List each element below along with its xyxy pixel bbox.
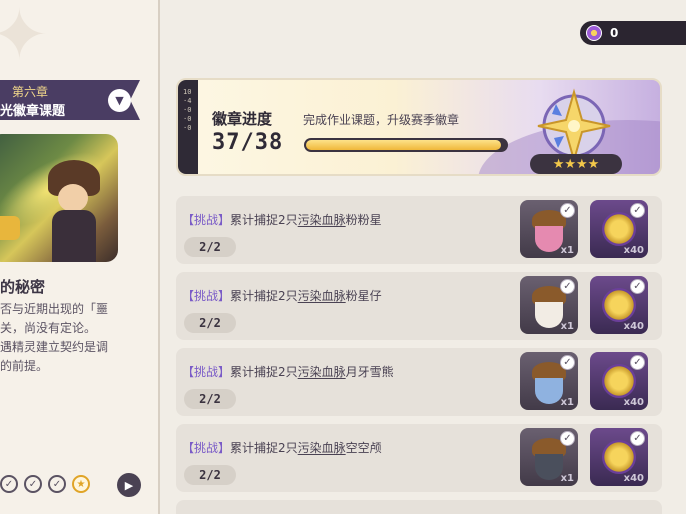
task-progress: 2/2 [184, 237, 236, 257]
reward-quantity: x40 [623, 397, 644, 408]
reward-quantity: x40 [623, 473, 644, 484]
star-icon: ★ [72, 475, 90, 493]
badge-progress-bar [304, 138, 508, 152]
check-icon: ✓ [560, 203, 575, 218]
currency-coin-icon [586, 25, 602, 41]
task-target: 污染血脉 [297, 441, 346, 455]
task-description: 【挑战】累计捕捉2只污染血脉粉星仔 [182, 287, 382, 304]
illustration-face [58, 184, 88, 212]
task-text-prefix: 累计捕捉2只 [230, 365, 298, 379]
reward-quantity: x40 [623, 321, 644, 332]
task-text-suffix: 月牙雪熊 [345, 365, 394, 379]
task-target: 污染血脉 [297, 365, 346, 379]
badge-hint: 完成作业课题，升级赛季徽章 [303, 113, 460, 127]
chapter-progress-dots: ✓ ✓ ✓ ★ [0, 475, 90, 493]
check-icon: ✓ [560, 279, 575, 294]
acorn-body [535, 454, 563, 480]
description-line: 关，尚没有定论。 [0, 321, 97, 335]
reward-item[interactable]: ✓ x1 [520, 276, 578, 334]
background-star-decoration: ✦ [0, 0, 49, 76]
description-line: 的前提。 [0, 359, 49, 373]
check-icon: ✓ [630, 279, 645, 294]
reward-item[interactable]: ✓ x40 [590, 200, 648, 258]
coin-icon [602, 212, 636, 246]
task-progress: 2/2 [184, 313, 236, 333]
task-item[interactable]: 【挑战】累计捕捉2只污染血脉空空颅 2/2 ✓ x1 ✓ x40 [176, 424, 662, 492]
task-tag: 【挑战】 [182, 441, 231, 455]
badge-title: 徽章进度 [212, 110, 273, 128]
badge-progress-card: 10·4·0·0·0 徽章进度 完成作业课题，升级赛季徽章 37/38 ★★★★ [176, 78, 662, 176]
task-target: 污染血脉 [297, 289, 346, 303]
illustration-body [52, 210, 96, 262]
chapter-panel: ✦ 第六章 光徽章课题 ▼ 的秘密 否与近期出现的「噩 关，尚没有定论。 遇精灵… [0, 0, 160, 514]
task-list: 【挑战】累计捕捉2只污染血脉粉粉星 2/2 ✓ x1 ✓ x40 【挑战】累计捕… [176, 196, 662, 500]
illustration-glove [0, 216, 20, 240]
stripe-text: 10·4·0·0·0 [183, 88, 192, 132]
task-text-suffix: 粉粉星 [345, 213, 382, 227]
acorn-body [535, 378, 563, 404]
reward-quantity: x1 [560, 473, 574, 484]
task-tag: 【挑战】 [182, 365, 231, 379]
reward-item[interactable]: ✓ x40 [590, 276, 648, 334]
task-item[interactable]: 【挑战】累计捕捉2只污染血脉月牙雪熊 2/2 ✓ x1 ✓ x40 [176, 348, 662, 416]
badge-progress-fill [306, 140, 501, 150]
description-line: 遇精灵建立契约是调 [0, 340, 109, 354]
task-text-prefix: 累计捕捉2只 [230, 289, 298, 303]
coin-icon [602, 288, 636, 322]
currency-value: 0 [610, 26, 619, 40]
reward-item[interactable]: ✓ x1 [520, 200, 578, 258]
reward-item[interactable]: ✓ x40 [590, 352, 648, 410]
card-side-stripe: 10·4·0·0·0 [178, 80, 198, 174]
next-task-item-partial [176, 500, 662, 514]
task-description: 【挑战】累计捕捉2只污染血脉月牙雪熊 [182, 363, 394, 380]
reward-item[interactable]: ✓ x1 [520, 352, 578, 410]
task-text-suffix: 空空颅 [345, 441, 382, 455]
coin-icon [602, 440, 636, 474]
check-icon: ✓ [630, 431, 645, 446]
task-text-prefix: 累计捕捉2只 [230, 441, 298, 455]
reward-quantity: x1 [560, 321, 574, 332]
reward-quantity: x1 [560, 245, 574, 256]
task-tag: 【挑战】 [182, 289, 231, 303]
check-icon: ✓ [630, 355, 645, 370]
badge-count: 37/38 [212, 130, 284, 155]
task-target: 污染血脉 [297, 213, 346, 227]
badge-stars: ★★★★ [530, 154, 622, 174]
task-item[interactable]: 【挑战】累计捕捉2只污染血脉粉粉星 2/2 ✓ x1 ✓ x40 [176, 196, 662, 264]
chevron-down-icon[interactable]: ▼ [108, 89, 131, 112]
check-icon: ✓ [560, 355, 575, 370]
task-description: 【挑战】累计捕捉2只污染血脉粉粉星 [182, 211, 382, 228]
acorn-body [535, 302, 563, 328]
check-icon: ✓ [48, 475, 66, 493]
task-progress: 2/2 [184, 465, 236, 485]
task-text-prefix: 累计捕捉2只 [230, 213, 298, 227]
play-icon[interactable]: ▶ [117, 473, 141, 497]
coin-icon [602, 364, 636, 398]
reward-quantity: x40 [623, 245, 644, 256]
check-icon: ✓ [0, 475, 18, 493]
task-progress: 2/2 [184, 389, 236, 409]
task-item[interactable]: 【挑战】累计捕捉2只污染血脉粉星仔 2/2 ✓ x1 ✓ x40 [176, 272, 662, 340]
task-text-suffix: 粉星仔 [345, 289, 382, 303]
chapter-subtitle: 的秘密 [0, 278, 46, 296]
reward-quantity: x1 [560, 397, 574, 408]
chapter-name: 光徽章课题 [0, 104, 66, 119]
description-line: 否与近期出现的「噩 [0, 302, 109, 316]
task-tag: 【挑战】 [182, 213, 231, 227]
check-icon: ✓ [560, 431, 575, 446]
check-icon: ✓ [24, 475, 42, 493]
reward-item[interactable]: ✓ x1 [520, 428, 578, 486]
acorn-body [535, 226, 563, 252]
chapter-description: 否与近期出现的「噩 关，尚没有定论。 遇精灵建立契约是调 的前提。 [0, 300, 152, 376]
chapter-illustration [0, 134, 118, 262]
chapter-number: 第六章 [12, 85, 49, 99]
task-description: 【挑战】累计捕捉2只污染血脉空空颅 [182, 439, 382, 456]
currency-display[interactable]: 0 [580, 21, 686, 45]
reward-item[interactable]: ✓ x40 [590, 428, 648, 486]
check-icon: ✓ [630, 203, 645, 218]
